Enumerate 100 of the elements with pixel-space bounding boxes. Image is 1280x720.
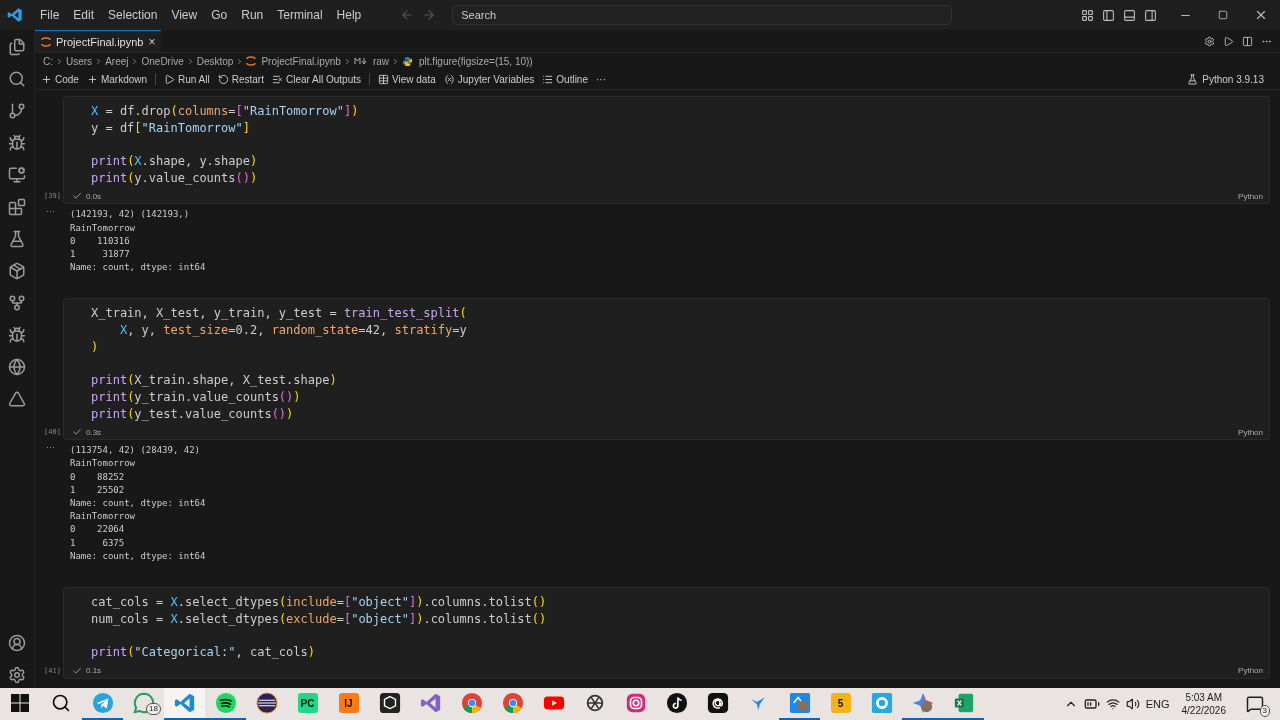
menu-item[interactable]: Selection	[101, 8, 165, 22]
toolbar-button[interactable]: Outline	[542, 73, 588, 85]
menu-item[interactable]: Help	[329, 8, 369, 22]
editor-tab[interactable]: ProjectFinal.ipynb ×	[35, 30, 162, 52]
close-tab-button[interactable]: ×	[148, 34, 156, 49]
code-line: print(y.value_counts())	[91, 169, 259, 187]
app-tile-icon	[788, 692, 811, 714]
remote-explorer-icon[interactable]	[8, 166, 26, 184]
app-tile: PC	[297, 693, 318, 713]
run-icon	[164, 73, 176, 85]
output-line: (113754, 42) (28439, 42)	[70, 444, 202, 458]
search-field[interactable]: Search	[452, 5, 953, 25]
source-control-icon[interactable]	[8, 102, 26, 120]
menu-item[interactable]: Run	[234, 8, 271, 22]
restart-icon	[217, 73, 229, 85]
execution-time: 0.0s	[86, 191, 102, 201]
volume-icon[interactable]	[1125, 697, 1140, 711]
breadcrumb-item[interactable]: raw	[372, 55, 390, 67]
run-debug-icon[interactable]	[8, 134, 26, 152]
breadcrumb-item[interactable]: Areej	[105, 55, 129, 67]
output-menu[interactable]: ···	[46, 442, 55, 453]
menu-item[interactable]: Go	[204, 8, 235, 22]
code-line: print(X.shape, y.shape)	[91, 153, 259, 170]
package-icon[interactable]	[8, 262, 26, 280]
code-line: print(X_train.shape, X_test.shape)	[91, 372, 338, 389]
close-icon[interactable]	[1254, 8, 1268, 22]
code-line: y = df["RainTomorrow"]	[91, 119, 251, 137]
menu-item[interactable]: Terminal	[270, 8, 330, 22]
clear-icon	[271, 73, 283, 85]
input-language[interactable]: ENG	[1145, 698, 1170, 710]
toolbar-button[interactable]: View data	[378, 73, 436, 85]
code-line: X = df.drop(columns=["RainTomorrow"])	[91, 103, 360, 120]
taskbar-app[interactable]: IJ	[328, 688, 369, 720]
battery-icon[interactable]	[1083, 696, 1100, 712]
toolbar-button[interactable]: Code	[41, 73, 79, 85]
secondary-sidebar-icon[interactable]	[1144, 8, 1157, 22]
browser-ball-icon	[501, 692, 524, 714]
breadcrumb-item[interactable]: OneDrive	[141, 55, 184, 67]
settings-icon[interactable]	[8, 666, 26, 684]
execution-time: 0.1s	[86, 666, 102, 676]
output-line: Name: count, dtype: int64	[70, 261, 207, 275]
output-line: Name: count, dtype: int64	[70, 549, 207, 563]
taskbar-app[interactable]: 5	[820, 688, 861, 720]
output-line: 1 6375	[70, 536, 126, 550]
plus-icon	[41, 73, 52, 85]
breadcrumb-item[interactable]: Desktop	[196, 55, 234, 67]
triangle-icon[interactable]	[8, 390, 26, 408]
output-line: 1 25502	[70, 483, 126, 497]
toolbar-button[interactable]: Restart	[217, 73, 264, 85]
outline-icon	[542, 73, 554, 85]
breadcrumb-item[interactable]: C:	[43, 55, 53, 67]
count-badge: 3	[1259, 705, 1270, 717]
account-icon[interactable]	[8, 634, 26, 652]
extensions-icon[interactable]	[8, 198, 26, 216]
notebook-icon	[41, 36, 51, 47]
plus-icon	[86, 73, 98, 85]
graph-icon[interactable]	[8, 294, 26, 312]
output-line: RainTomorrow	[70, 457, 137, 471]
breadcrumb-item[interactable]: plt.figure(figsize=(15, 10))	[419, 55, 533, 67]
output-menu[interactable]: ···	[46, 206, 55, 217]
output-line: 0 110316	[70, 234, 131, 248]
code-line: print("Categorical:", cat_cols)	[91, 644, 316, 661]
notification-icon	[1246, 695, 1264, 713]
output-line: 1 31877	[70, 248, 131, 262]
taskbar-app[interactable]: PC	[287, 688, 328, 720]
cell-language[interactable]: Python	[1238, 191, 1263, 201]
menu-item[interactable]: Edit	[66, 8, 102, 22]
at-sign-icon	[706, 692, 729, 714]
clock-time[interactable]: 5:03 AM	[1185, 691, 1223, 704]
restore-icon[interactable]	[1218, 10, 1228, 20]
files-icon[interactable]	[8, 38, 26, 56]
layout-icon[interactable]	[1081, 8, 1094, 22]
menu-item[interactable]: File	[33, 8, 67, 22]
menu-item[interactable]: View	[164, 8, 205, 22]
flask-icon	[1187, 73, 1199, 85]
toolbar-button[interactable]: Run All	[164, 73, 210, 85]
cell-language[interactable]: Python	[1238, 666, 1263, 676]
code-line: num_cols = X.select_dtypes(exclude=["object"]).columns.tolist()	[91, 610, 548, 628]
search-icon[interactable]	[8, 70, 26, 88]
panel-icon[interactable]	[1123, 8, 1136, 22]
wifi-icon[interactable]	[1105, 697, 1120, 711]
toolbar-button[interactable]: ···	[596, 73, 606, 85]
code-line: X_train, X_test, y_train, y_test = train_test_split(	[91, 305, 468, 323]
music-note-icon	[665, 692, 688, 714]
testing-icon[interactable]	[8, 230, 26, 248]
sidebar-icon[interactable]	[1102, 8, 1115, 22]
cell-language[interactable]: Python	[1238, 427, 1263, 437]
clock-date[interactable]: 4/22/2026	[1181, 704, 1226, 717]
app-tile: 5	[830, 693, 851, 713]
breadcrumb-item[interactable]: Users	[66, 55, 93, 67]
toolbar-button[interactable]: Markdown	[86, 73, 148, 85]
breadcrumb-item[interactable]: ProjectFinal.ipynb	[261, 55, 341, 67]
taskbar-app[interactable]: 18	[123, 688, 164, 720]
toolbar-button[interactable]: Clear All Outputs	[271, 73, 361, 85]
output-line: 0 88252	[70, 470, 126, 484]
striped-ball-icon	[255, 692, 278, 714]
globe-icon[interactable]	[8, 358, 26, 376]
kernel-picker[interactable]: Python 3.9.13	[1187, 73, 1264, 85]
toolbar-button[interactable]: Jupyter Variables	[443, 73, 535, 85]
sound-waves-icon	[214, 692, 237, 714]
